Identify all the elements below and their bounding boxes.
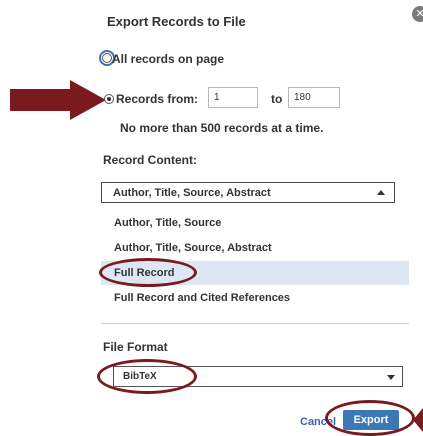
chevron-up-icon bbox=[377, 190, 385, 195]
records-from-radio[interactable] bbox=[104, 94, 114, 104]
records-from-input[interactable] bbox=[208, 87, 258, 108]
chevron-down-icon bbox=[387, 375, 395, 380]
bibtex-annotation-ring bbox=[97, 359, 197, 394]
record-content-option[interactable]: Author, Title, Source bbox=[101, 211, 409, 235]
records-from-label: Records from: bbox=[116, 92, 199, 106]
record-content-option[interactable]: Author, Title, Source, Abstract bbox=[101, 236, 409, 260]
annotation-arrow-icon bbox=[10, 80, 106, 120]
records-to-label: to bbox=[271, 92, 283, 106]
record-content-selected: Author, Title, Source, Abstract bbox=[113, 187, 271, 199]
record-content-option[interactable]: Full Record and Cited References bbox=[101, 286, 409, 310]
file-format-label: File Format bbox=[103, 340, 168, 354]
export-annotation-ring bbox=[325, 400, 415, 436]
record-content-select[interactable]: Author, Title, Source, Abstract bbox=[101, 182, 395, 203]
close-icon[interactable]: ✕ bbox=[412, 6, 423, 22]
divider bbox=[101, 323, 409, 324]
limit-note: No more than 500 records at a time. bbox=[120, 121, 324, 135]
record-content-label: Record Content: bbox=[103, 153, 197, 167]
dialog-title: Export Records to File bbox=[107, 14, 246, 29]
annotation-pointer-icon bbox=[413, 408, 423, 432]
full-record-annotation-ring bbox=[99, 258, 197, 287]
records-to-input[interactable] bbox=[288, 87, 340, 108]
all-records-label: All records on page bbox=[112, 52, 225, 66]
